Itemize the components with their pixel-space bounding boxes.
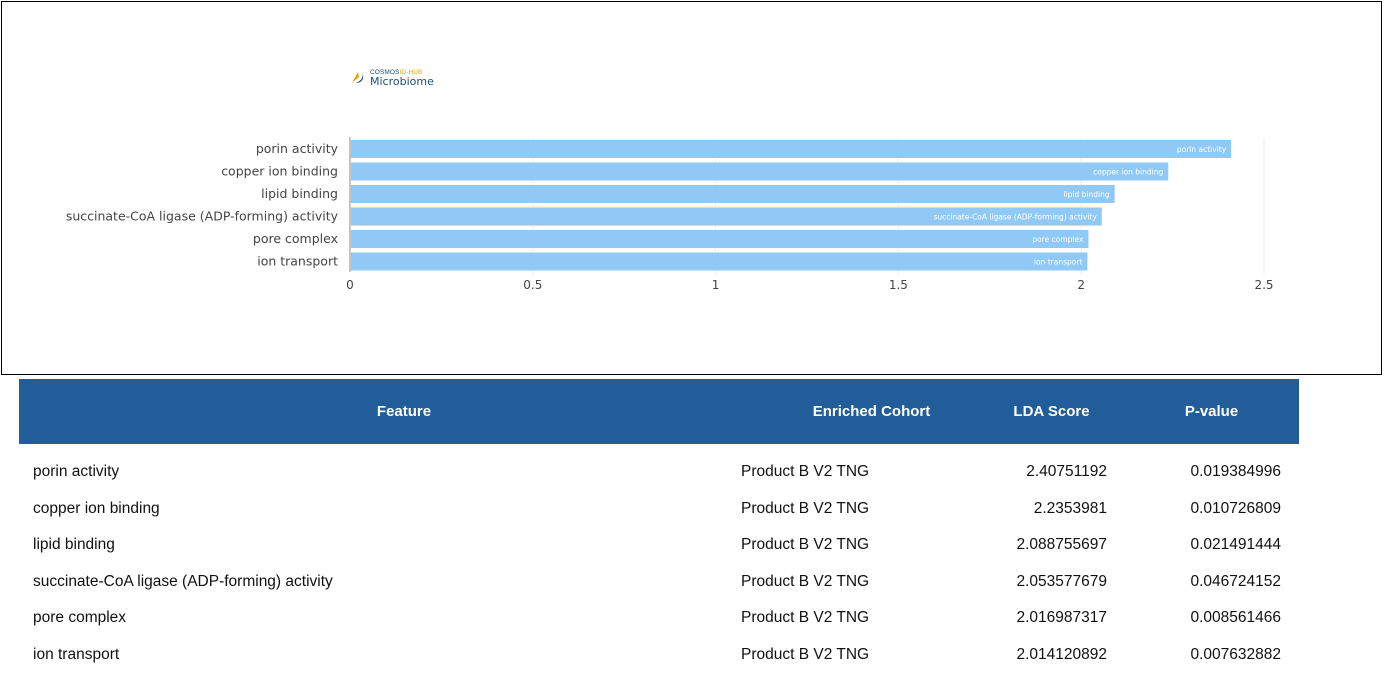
x-tick-label: 2.5 [1254, 278, 1273, 292]
bar[interactable] [351, 185, 1115, 203]
chart-panel: COSMOSID-HUB Microbiome porin activity po… [1, 1, 1382, 375]
header-lda-score: LDA Score [1013, 403, 1090, 420]
x-tick-label: 0.5 [523, 278, 542, 292]
bar[interactable] [351, 162, 1169, 181]
lda-results-table: Feature Enriched Cohort LDA Score P-valu… [19, 379, 1299, 673]
cell-lda: 2.2353981 [1033, 499, 1107, 517]
cell-feature: lipid binding [33, 536, 115, 554]
bar-label: ion transport [1034, 258, 1083, 267]
cell-lda: 2.016987317 [1016, 609, 1107, 627]
bar-label: lipid binding [1064, 190, 1110, 199]
table-row: copper ion binding Product B V2 TNG 2.23… [19, 491, 1299, 528]
cell-feature: copper ion binding [33, 499, 160, 517]
cell-lda: 2.088755697 [1016, 536, 1107, 554]
category-label: copper ion binding [221, 164, 338, 179]
bar-label: copper ion binding [1093, 168, 1163, 177]
x-tick-label: 0 [346, 278, 354, 292]
table-row: pore complex Product B V2 TNG 2.01698731… [19, 600, 1299, 637]
lda-bar-chart: porin activity porin activity copper ion b… [66, 137, 1274, 292]
cell-pvalue: 0.007632882 [1190, 645, 1281, 663]
bar[interactable] [351, 252, 1088, 271]
category-label: lipid binding [261, 186, 338, 201]
cell-cohort: Product B V2 TNG [741, 645, 870, 663]
bar-label: porin activity [1177, 145, 1227, 154]
x-tick-label: 2 [1077, 278, 1085, 292]
category-label: ion transport [257, 254, 338, 269]
cell-feature: pore complex [33, 609, 127, 627]
cell-pvalue: 0.010726809 [1190, 499, 1281, 517]
header-feature: Feature [376, 403, 432, 420]
category-label: porin activity [256, 141, 339, 156]
cell-lda: 2.40751192 [1026, 463, 1107, 481]
cell-cohort: Product B V2 TNG [741, 536, 870, 554]
cell-lda: 2.053577679 [1016, 572, 1107, 590]
cell-cohort: Product B V2 TNG [741, 609, 870, 627]
cell-lda: 2.014120892 [1016, 645, 1107, 663]
cell-cohort: Product B V2 TNG [741, 463, 870, 481]
table-header: Feature Enriched Cohort LDA Score P-valu… [19, 379, 1299, 444]
header-enriched-cohort: Enriched Cohort [812, 403, 931, 420]
bar-label: succinate-CoA ligase (ADP-forming) activ… [933, 213, 1097, 222]
category-label: succinate-CoA ligase (ADP-forming) activ… [66, 209, 339, 224]
cell-pvalue: 0.021491444 [1190, 536, 1281, 554]
bar[interactable] [351, 230, 1089, 248]
cell-feature: porin activity [33, 463, 120, 481]
bar-label: pore complex [1032, 235, 1084, 244]
cell-cohort: Product B V2 TNG [741, 499, 870, 517]
cell-feature: ion transport [33, 645, 120, 663]
header-p-value: P-value [1184, 403, 1239, 420]
table-row: lipid binding Product B V2 TNG 2.0887556… [19, 527, 1299, 564]
cell-pvalue: 0.008561466 [1190, 609, 1281, 627]
cell-feature: succinate-CoA ligase (ADP-forming) activ… [33, 572, 333, 590]
cell-pvalue: 0.019384996 [1190, 463, 1281, 481]
table-row: succinate-CoA ligase (ADP-forming) activ… [19, 564, 1299, 601]
cell-cohort: Product B V2 TNG [741, 572, 870, 590]
x-tick-label: 1.5 [889, 278, 908, 292]
table-body: porin activity Product B V2 TNG 2.407511… [19, 444, 1299, 673]
category-label: pore complex [253, 231, 338, 246]
table-row: ion transport Product B V2 TNG 2.0141208… [19, 637, 1299, 674]
bar[interactable] [351, 140, 1232, 158]
x-tick-label: 1 [712, 278, 720, 292]
cell-pvalue: 0.046724152 [1190, 572, 1281, 590]
table-row: porin activity Product B V2 TNG 2.407511… [19, 454, 1299, 491]
